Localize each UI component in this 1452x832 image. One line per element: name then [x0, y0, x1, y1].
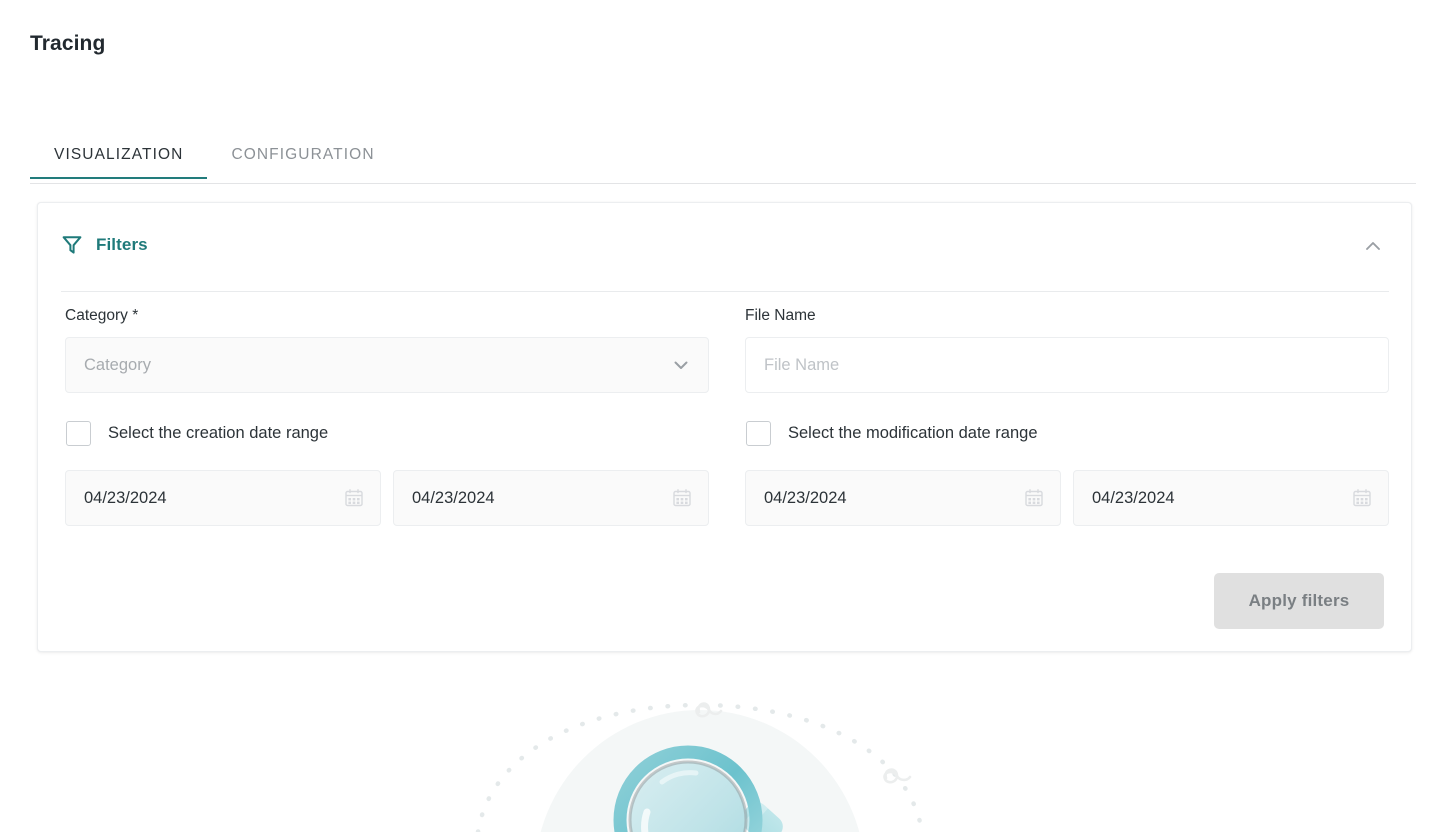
modification-date-to-value: 04/23/2024 — [1092, 488, 1175, 507]
calendar-icon[interactable] — [344, 488, 364, 508]
chevron-down-icon — [670, 354, 692, 376]
creation-date-range-checkbox[interactable] — [66, 420, 91, 446]
modification-date-range-label: Select the modification date range — [788, 423, 1038, 442]
funnel-icon — [62, 235, 82, 255]
empty-state-illustration — [0, 660, 1452, 832]
magnifying-glass-illustration — [475, 702, 925, 832]
creation-date-from-value: 04/23/2024 — [84, 488, 167, 507]
chevron-up-icon — [1363, 236, 1383, 259]
category-select-value: Category — [84, 355, 151, 374]
modification-date-range-checkbox[interactable] — [746, 420, 771, 446]
file-name-input[interactable] — [745, 337, 1389, 393]
category-label: Category * — [65, 307, 139, 324]
calendar-icon[interactable] — [672, 488, 692, 508]
creation-range-group: Select the creation date range 04/23/202… — [65, 393, 709, 526]
filters-card-header: Filters — [38, 203, 1411, 287]
creation-date-to[interactable]: 04/23/2024 — [393, 470, 709, 526]
file-name-label: File Name — [745, 307, 816, 324]
modification-date-from-value: 04/23/2024 — [764, 488, 847, 507]
filters-form: Category * Category File Name File Name … — [38, 307, 1411, 526]
tracing-page: Tracing VISUALIZATION CONFIGURATION Filt… — [0, 0, 1452, 832]
collapse-filters-button[interactable] — [1357, 231, 1389, 263]
modification-range-group: Select the modification date range 04/23… — [745, 393, 1389, 526]
creation-date-pair: 04/23/2024 04/23/2024 — [65, 470, 709, 526]
page-title: Tracing — [30, 32, 106, 55]
modification-date-pair: 04/23/2024 04/23/2024 — [745, 470, 1389, 526]
card-divider — [61, 291, 1389, 292]
filters-card-title: Filters — [96, 235, 148, 254]
tab-configuration[interactable]: CONFIGURATION — [207, 138, 398, 178]
creation-date-from[interactable]: 04/23/2024 — [65, 470, 381, 526]
modification-date-from[interactable]: 04/23/2024 — [745, 470, 1061, 526]
filters-actions: Apply filters — [1214, 573, 1384, 629]
filters-row-checkboxes: Select the creation date range 04/23/202… — [65, 393, 1389, 526]
apply-filters-button[interactable]: Apply filters — [1214, 573, 1384, 629]
category-select[interactable]: Category — [65, 337, 709, 393]
tab-visualization[interactable]: VISUALIZATION — [30, 138, 208, 179]
calendar-icon[interactable] — [1352, 488, 1372, 508]
creation-date-range-label: Select the creation date range — [108, 423, 329, 442]
creation-date-to-value: 04/23/2024 — [412, 488, 495, 507]
filters-row-primary: Category * Category File Name — [65, 307, 1389, 393]
modification-date-to[interactable]: 04/23/2024 — [1073, 470, 1389, 526]
filters-card: Filters Category * Category File Name Fi… — [37, 202, 1412, 652]
tab-bar: VISUALIZATION CONFIGURATION — [30, 138, 1416, 184]
calendar-icon[interactable] — [1024, 488, 1044, 508]
creation-range-check-row: Select the creation date range — [65, 419, 709, 447]
category-field-group: Category * Category — [65, 307, 709, 393]
modification-range-check-row: Select the modification date range — [745, 419, 1389, 447]
file-name-field-group: File Name — [745, 307, 1389, 393]
